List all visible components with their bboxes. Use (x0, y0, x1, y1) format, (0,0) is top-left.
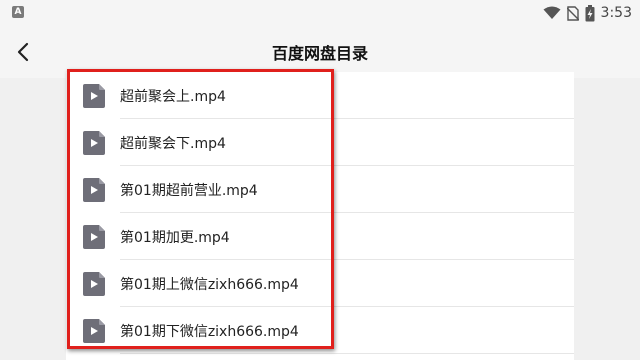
clock: 3:53 (600, 5, 632, 21)
video-file-icon (83, 131, 105, 155)
video-file-icon (83, 272, 105, 296)
file-list: 超前聚会上.mp4 超前聚会下.mp4 第01期超前营业.mp4 第01期加更.… (66, 72, 574, 360)
file-name: 第01期超前营业.mp4 (120, 183, 258, 199)
video-file-icon (83, 225, 105, 249)
file-name: 超前聚会上.mp4 (120, 89, 226, 105)
file-item[interactable]: 第01期下微信zixh666.mp4 (66, 307, 574, 354)
app-notification-icon: A (12, 6, 24, 18)
video-file-icon (83, 84, 105, 108)
video-file-icon (83, 178, 105, 202)
page-title: 百度网盘目录 (271, 44, 368, 63)
file-item[interactable]: 第01期超前营业.mp4 (66, 166, 574, 213)
status-icons: 3:53 (543, 3, 632, 23)
file-item[interactable]: 第01期上微信zixh666.mp4 (66, 260, 574, 307)
file-name: 第01期下微信zixh666.mp4 (120, 324, 299, 340)
status-bar: A 3:53 (0, 0, 640, 26)
file-name: 超前聚会下.mp4 (120, 136, 226, 152)
no-sim-icon (566, 5, 579, 21)
file-item[interactable]: 第01期加更.mp4 (66, 213, 574, 260)
divider (120, 353, 574, 354)
video-file-icon (83, 319, 105, 343)
wifi-icon (543, 6, 561, 20)
file-item[interactable]: 超前聚会下.mp4 (66, 119, 574, 166)
file-name: 第01期加更.mp4 (120, 230, 230, 246)
app-bar: 百度网盘目录 (0, 26, 640, 78)
file-name: 第01期上微信zixh666.mp4 (120, 277, 299, 293)
file-item[interactable]: 超前聚会上.mp4 (66, 72, 574, 119)
battery-charging-icon (585, 4, 595, 22)
